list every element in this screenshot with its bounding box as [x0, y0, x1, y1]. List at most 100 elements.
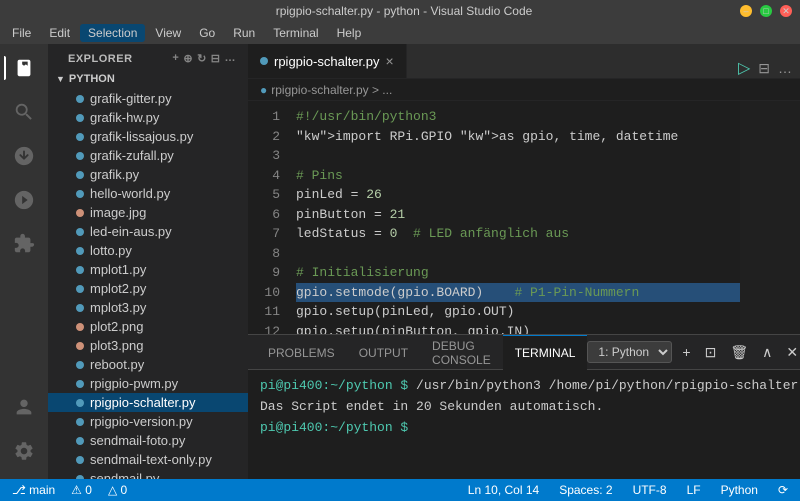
code-line-3	[296, 146, 740, 166]
file-icon	[76, 342, 84, 350]
errors-status[interactable]: △ 0	[104, 483, 131, 497]
kill-terminal-button[interactable]: 🗑	[726, 342, 752, 363]
sidebar-file-hello-world-py[interactable]: hello-world.py	[48, 184, 248, 203]
collapse-icon[interactable]: ⊟	[211, 52, 221, 65]
run-icon[interactable]: ▷	[738, 58, 750, 78]
maximize-panel-button[interactable]: ∧	[758, 342, 776, 363]
sidebar-file-mplot3-py[interactable]: mplot3.py	[48, 298, 248, 317]
activitybar-source-control[interactable]	[4, 136, 44, 176]
sidebar-file-grafik-lissajous-py[interactable]: grafik-lissajous.py	[48, 127, 248, 146]
line-ending-status[interactable]: LF	[683, 483, 705, 497]
titlebar: rpigpio-schalter.py - python - Visual St…	[0, 0, 800, 22]
panel-controls: 1: Python + ⊡ 🗑 ∧ ✕	[587, 341, 800, 363]
encoding-status[interactable]: UTF-8	[629, 483, 671, 497]
file-icon	[76, 95, 84, 103]
terminal-content[interactable]: pi@pi400:~/python $ /usr/bin/python3 /ho…	[248, 370, 800, 479]
tabbar: rpigpio-schalter.py × ▷ ⊟ …	[248, 44, 800, 79]
sidebar-file-sendmail-text-only-py[interactable]: sendmail-text-only.py	[48, 450, 248, 469]
file-icon	[76, 361, 84, 369]
code-line-1: #!/usr/bin/python3	[296, 107, 740, 127]
sidebar-file-grafik-gitter-py[interactable]: grafik-gitter.py	[48, 89, 248, 108]
refresh-icon[interactable]: ↻	[197, 52, 207, 65]
code-line-8	[296, 244, 740, 264]
activitybar-account[interactable]	[4, 387, 44, 427]
minimize-button[interactable]: –	[740, 5, 752, 17]
sidebar-file-sendmail-foto-py[interactable]: sendmail-foto.py	[48, 431, 248, 450]
sidebar-file-plot2-png[interactable]: plot2.png	[48, 317, 248, 336]
terminal-select[interactable]: 1: Python	[587, 341, 672, 363]
file-icon	[76, 114, 84, 122]
tab-close-button[interactable]: ×	[386, 53, 394, 69]
close-panel-button[interactable]: ✕	[782, 342, 800, 363]
file-icon	[76, 171, 84, 179]
language-mode-status[interactable]: Python	[717, 483, 762, 497]
sidebar-file-grafik-zufall-py[interactable]: grafik-zufall.py	[48, 146, 248, 165]
sidebar-file-led-ein-aus-py[interactable]: led-ein-aus.py	[48, 222, 248, 241]
file-list: grafik-gitter.pygrafik-hw.pygrafik-lissa…	[48, 89, 248, 479]
split-terminal-button[interactable]: ⊡	[701, 342, 721, 363]
section-arrow: ▼	[56, 74, 65, 84]
terminal-line-1: Das Script endet in 20 Sekunden automati…	[260, 397, 788, 418]
menu-run[interactable]: Run	[225, 24, 263, 42]
tab-rpigpio-schalter[interactable]: rpigpio-schalter.py ×	[248, 44, 407, 78]
sidebar-file-mplot1-py[interactable]: mplot1.py	[48, 260, 248, 279]
more-actions-icon[interactable]: …	[778, 60, 792, 76]
code-line-2: "kw">import RPi.GPIO "kw">as gpio, time,…	[296, 127, 740, 147]
sidebar: EXPLORER + ⊕ ↻ ⊟ … ▼ PYTHON grafik-gitte…	[48, 44, 248, 479]
sidebar-file-reboot-py[interactable]: reboot.py	[48, 355, 248, 374]
sidebar-file-rpigpio-schalter-py[interactable]: rpigpio-schalter.py	[48, 393, 248, 412]
panel-tab-output[interactable]: OUTPUT	[347, 335, 420, 370]
menu-view[interactable]: View	[147, 24, 189, 42]
activitybar-extensions[interactable]	[4, 224, 44, 264]
menu-edit[interactable]: Edit	[41, 24, 78, 42]
split-editor-icon[interactable]: ⊟	[758, 60, 770, 77]
menu-go[interactable]: Go	[191, 24, 223, 42]
python-section[interactable]: ▼ PYTHON	[48, 69, 248, 89]
sidebar-file-grafik-py[interactable]: grafik.py	[48, 165, 248, 184]
statusbar-right: Ln 10, Col 14 Spaces: 2 UTF-8 LF Python …	[464, 483, 792, 497]
new-folder-icon[interactable]: ⊕	[183, 52, 193, 65]
maximize-button[interactable]: □	[760, 5, 772, 17]
terminal-line-0: pi@pi400:~/python $ /usr/bin/python3 /ho…	[260, 376, 788, 397]
feedback-status[interactable]: ⟳	[774, 483, 792, 497]
menu-terminal[interactable]: Terminal	[265, 24, 326, 42]
more-icon[interactable]: …	[225, 52, 237, 65]
terminal-line-2: pi@pi400:~/python $	[260, 418, 788, 439]
sidebar-header-icons: + ⊕ ↻ ⊟ …	[172, 52, 236, 65]
file-icon	[76, 266, 84, 274]
code-editor[interactable]: 123456789101112131415161718 #!/usr/bin/p…	[248, 101, 800, 334]
menu-help[interactable]: Help	[329, 24, 370, 42]
panel: PROBLEMS OUTPUT DEBUG CONSOLE TERMINAL 1…	[248, 334, 800, 479]
new-file-icon[interactable]: +	[172, 52, 179, 65]
activitybar-debug[interactable]	[4, 180, 44, 220]
code-line-7: ledStatus = 0 # LED anfänglich aus	[296, 224, 740, 244]
sidebar-file-sendmail-py[interactable]: sendmail.py	[48, 469, 248, 479]
close-button[interactable]: ✕	[780, 5, 792, 17]
panel-tab-debug[interactable]: DEBUG CONSOLE	[420, 335, 503, 370]
sidebar-file-rpigpio-version-py[interactable]: rpigpio-version.py	[48, 412, 248, 431]
sidebar-file-image-jpg[interactable]: image.jpg	[48, 203, 248, 222]
panel-tab-terminal[interactable]: TERMINAL	[503, 335, 588, 370]
activitybar-bottom	[4, 387, 44, 471]
sidebar-file-lotto-py[interactable]: lotto.py	[48, 241, 248, 260]
sidebar-file-plot3-png[interactable]: plot3.png	[48, 336, 248, 355]
code-content[interactable]: #!/usr/bin/python3"kw">import RPi.GPIO "…	[288, 101, 740, 334]
file-icon	[76, 323, 84, 331]
indentation-status[interactable]: Spaces: 2	[555, 483, 616, 497]
cursor-position-status[interactable]: Ln 10, Col 14	[464, 483, 543, 497]
breadcrumb: ● rpigpio-schalter.py > ...	[248, 79, 800, 101]
file-icon	[76, 418, 84, 426]
sidebar-file-grafik-hw-py[interactable]: grafik-hw.py	[48, 108, 248, 127]
sidebar-file-rpigpio-pwm-py[interactable]: rpigpio-pwm.py	[48, 374, 248, 393]
activitybar-files[interactable]	[4, 48, 44, 88]
git-branch-status[interactable]: ⎇ main	[8, 483, 59, 497]
panel-tab-problems[interactable]: PROBLEMS	[256, 335, 347, 370]
sidebar-file-mplot2-py[interactable]: mplot2.py	[48, 279, 248, 298]
activitybar-settings[interactable]	[4, 431, 44, 471]
activitybar-search[interactable]	[4, 92, 44, 132]
new-terminal-button[interactable]: +	[678, 342, 694, 362]
file-icon	[76, 285, 84, 293]
warnings-status[interactable]: ⚠ 0	[67, 483, 96, 497]
menu-file[interactable]: File	[4, 24, 39, 42]
menu-selection[interactable]: Selection	[80, 24, 145, 42]
